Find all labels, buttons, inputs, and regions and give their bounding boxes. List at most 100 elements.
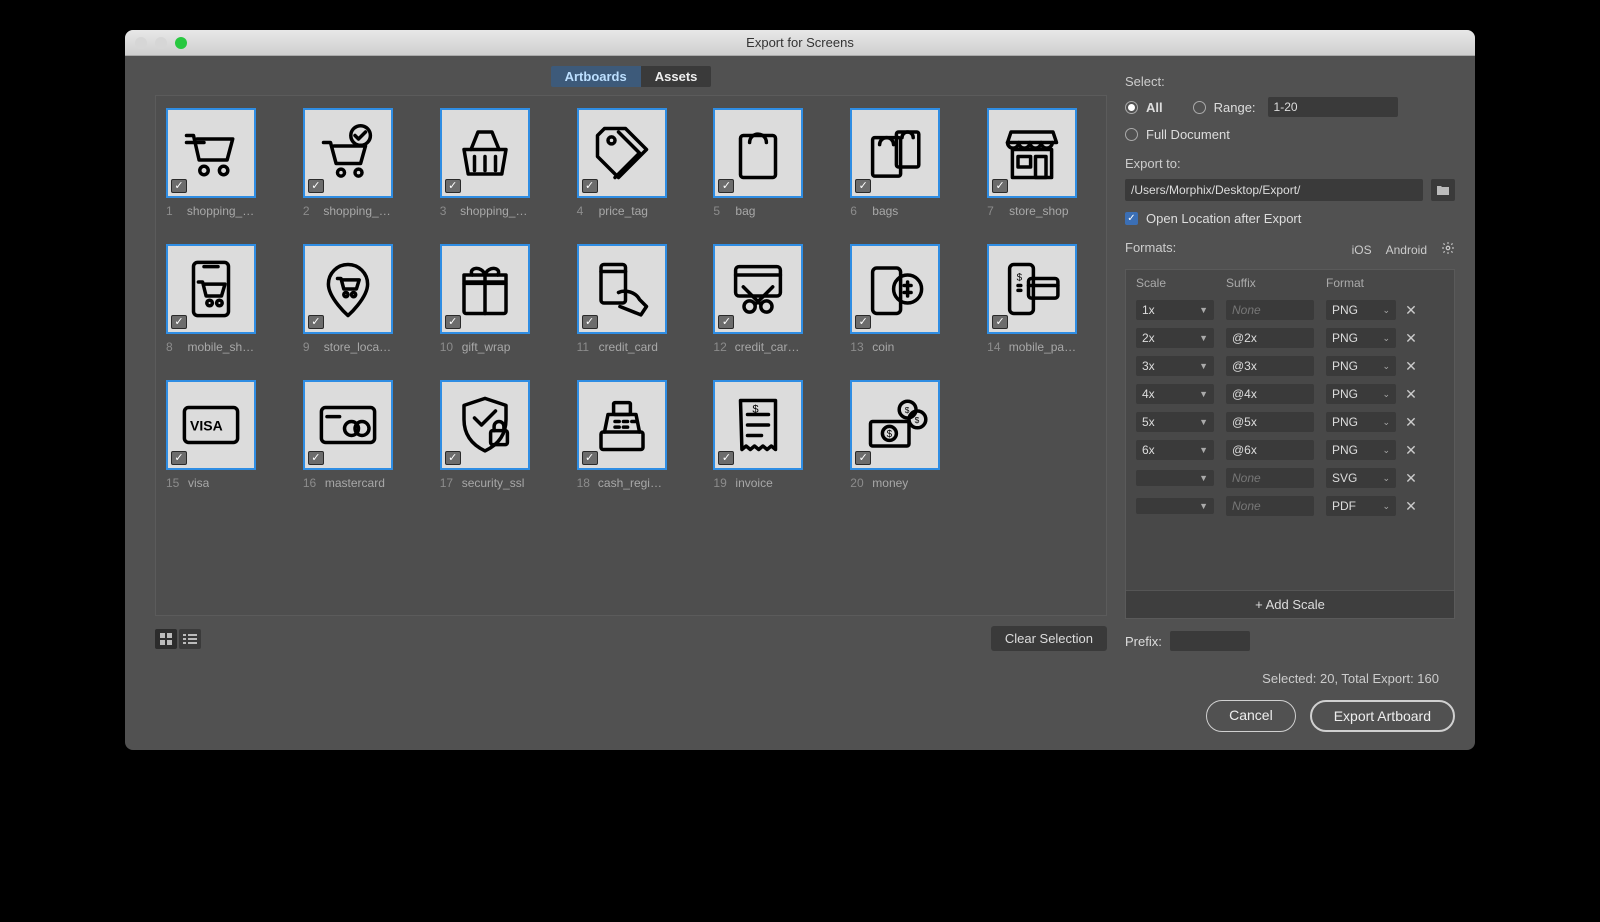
artboard-cell[interactable]: $ 14 mobile_pay... [987,244,1096,354]
formats-settings-icon[interactable] [1441,241,1455,258]
artboard-cell[interactable]: 11 credit_card [577,244,686,354]
view-grid-icon[interactable] [155,629,177,649]
clear-selection-button[interactable]: Clear Selection [991,626,1107,651]
format-select[interactable]: PNG⌄ [1326,328,1396,348]
artboard-cell[interactable]: 8 mobile_sho... [166,244,275,354]
artboard-cell[interactable]: 5 bag [713,108,822,218]
open-after-export-checkbox[interactable] [1125,212,1138,225]
suffix-input[interactable] [1226,468,1314,488]
selected-check-icon[interactable] [582,179,598,193]
selected-check-icon[interactable] [308,315,324,329]
artboard-cell[interactable]: 6 bags [850,108,959,218]
selected-check-icon[interactable] [171,179,187,193]
selected-check-icon[interactable] [718,315,734,329]
remove-format-icon[interactable]: ✕ [1404,330,1418,347]
cancel-button[interactable]: Cancel [1206,700,1296,732]
artboard-cell[interactable]: 4 price_tag [577,108,686,218]
artboard-thumb[interactable] [166,108,256,198]
format-select[interactable]: PNG⌄ [1326,440,1396,460]
suffix-input[interactable] [1226,356,1314,376]
artboard-thumb[interactable] [577,380,667,470]
artboard-thumb[interactable] [850,108,940,198]
artboard-thumb[interactable] [303,380,393,470]
radio-range[interactable] [1193,101,1206,114]
artboard-cell[interactable]: $$$ 20 money [850,380,959,490]
format-select[interactable]: PNG⌄ [1326,356,1396,376]
selected-check-icon[interactable] [445,179,461,193]
artboard-cell[interactable]: VISA 15 visa [166,380,275,490]
artboard-thumb[interactable] [713,244,803,334]
artboard-cell[interactable]: 3 shopping_ba... [440,108,549,218]
suffix-input[interactable] [1226,440,1314,460]
remove-format-icon[interactable]: ✕ [1404,442,1418,459]
remove-format-icon[interactable]: ✕ [1404,386,1418,403]
range-input[interactable] [1268,97,1398,117]
suffix-input[interactable] [1226,328,1314,348]
artboard-cell[interactable]: 2 shopping_ca... [303,108,412,218]
choose-folder-button[interactable] [1431,179,1455,201]
artboard-cell[interactable]: 16 mastercard [303,380,412,490]
artboard-cell[interactable]: 1 shopping_cart [166,108,275,218]
selected-check-icon[interactable] [445,315,461,329]
artboard-thumb[interactable] [440,380,530,470]
artboard-thumb[interactable]: $ [987,244,1077,334]
selected-check-icon[interactable] [992,315,1008,329]
scale-select[interactable]: 5x▼ [1136,412,1214,432]
view-list-icon[interactable] [179,629,201,649]
artboard-cell[interactable]: 10 gift_wrap [440,244,549,354]
artboard-thumb[interactable] [987,108,1077,198]
selected-check-icon[interactable] [308,179,324,193]
suffix-input[interactable] [1226,412,1314,432]
scale-select[interactable]: ▼ [1136,498,1214,514]
selected-check-icon[interactable] [718,451,734,465]
artboard-cell[interactable]: 17 security_ssl [440,380,549,490]
artboard-cell[interactable]: 18 cash_register [577,380,686,490]
scale-select[interactable]: 3x▼ [1136,356,1214,376]
tab-artboards[interactable]: Artboards [551,66,641,87]
artboard-cell[interactable]: $ 19 invoice [713,380,822,490]
artboard-thumb[interactable]: VISA [166,380,256,470]
artboard-thumb[interactable] [303,244,393,334]
android-preset-link[interactable]: Android [1386,243,1427,257]
remove-format-icon[interactable]: ✕ [1404,470,1418,487]
selected-check-icon[interactable] [171,315,187,329]
remove-format-icon[interactable]: ✕ [1404,302,1418,319]
remove-format-icon[interactable]: ✕ [1404,358,1418,375]
artboard-cell[interactable]: 13 coin [850,244,959,354]
suffix-input[interactable] [1226,496,1314,516]
artboard-cell[interactable]: 9 store_location [303,244,412,354]
artboard-thumb[interactable]: $$$ [850,380,940,470]
remove-format-icon[interactable]: ✕ [1404,498,1418,515]
tab-assets[interactable]: Assets [641,66,712,87]
radio-fulldoc[interactable] [1125,128,1138,141]
artboard-thumb[interactable] [713,108,803,198]
suffix-input[interactable] [1226,384,1314,404]
radio-all[interactable] [1125,101,1138,114]
scale-select[interactable]: ▼ [1136,470,1214,486]
selected-check-icon[interactable] [992,179,1008,193]
scale-select[interactable]: 2x▼ [1136,328,1214,348]
selected-check-icon[interactable] [718,179,734,193]
selected-check-icon[interactable] [582,451,598,465]
add-scale-button[interactable]: Add Scale [1126,590,1454,618]
artboard-thumb[interactable] [303,108,393,198]
artboard-thumb[interactable] [577,108,667,198]
scale-select[interactable]: 4x▼ [1136,384,1214,404]
artboard-thumb[interactable] [850,244,940,334]
remove-format-icon[interactable]: ✕ [1404,414,1418,431]
format-select[interactable]: PNG⌄ [1326,412,1396,432]
format-select[interactable]: PNG⌄ [1326,384,1396,404]
selected-check-icon[interactable] [308,451,324,465]
format-select[interactable]: PNG⌄ [1326,300,1396,320]
prefix-input[interactable] [1170,631,1250,651]
artboard-cell[interactable]: 7 store_shop [987,108,1096,218]
format-select[interactable]: SVG⌄ [1326,468,1396,488]
artboard-thumb[interactable]: $ [713,380,803,470]
ios-preset-link[interactable]: iOS [1352,243,1372,257]
selected-check-icon[interactable] [855,315,871,329]
export-artboard-button[interactable]: Export Artboard [1310,700,1455,732]
selected-check-icon[interactable] [445,451,461,465]
artboard-thumb[interactable] [166,244,256,334]
artboard-cell[interactable]: 12 credit_card_... [713,244,822,354]
selected-check-icon[interactable] [855,451,871,465]
